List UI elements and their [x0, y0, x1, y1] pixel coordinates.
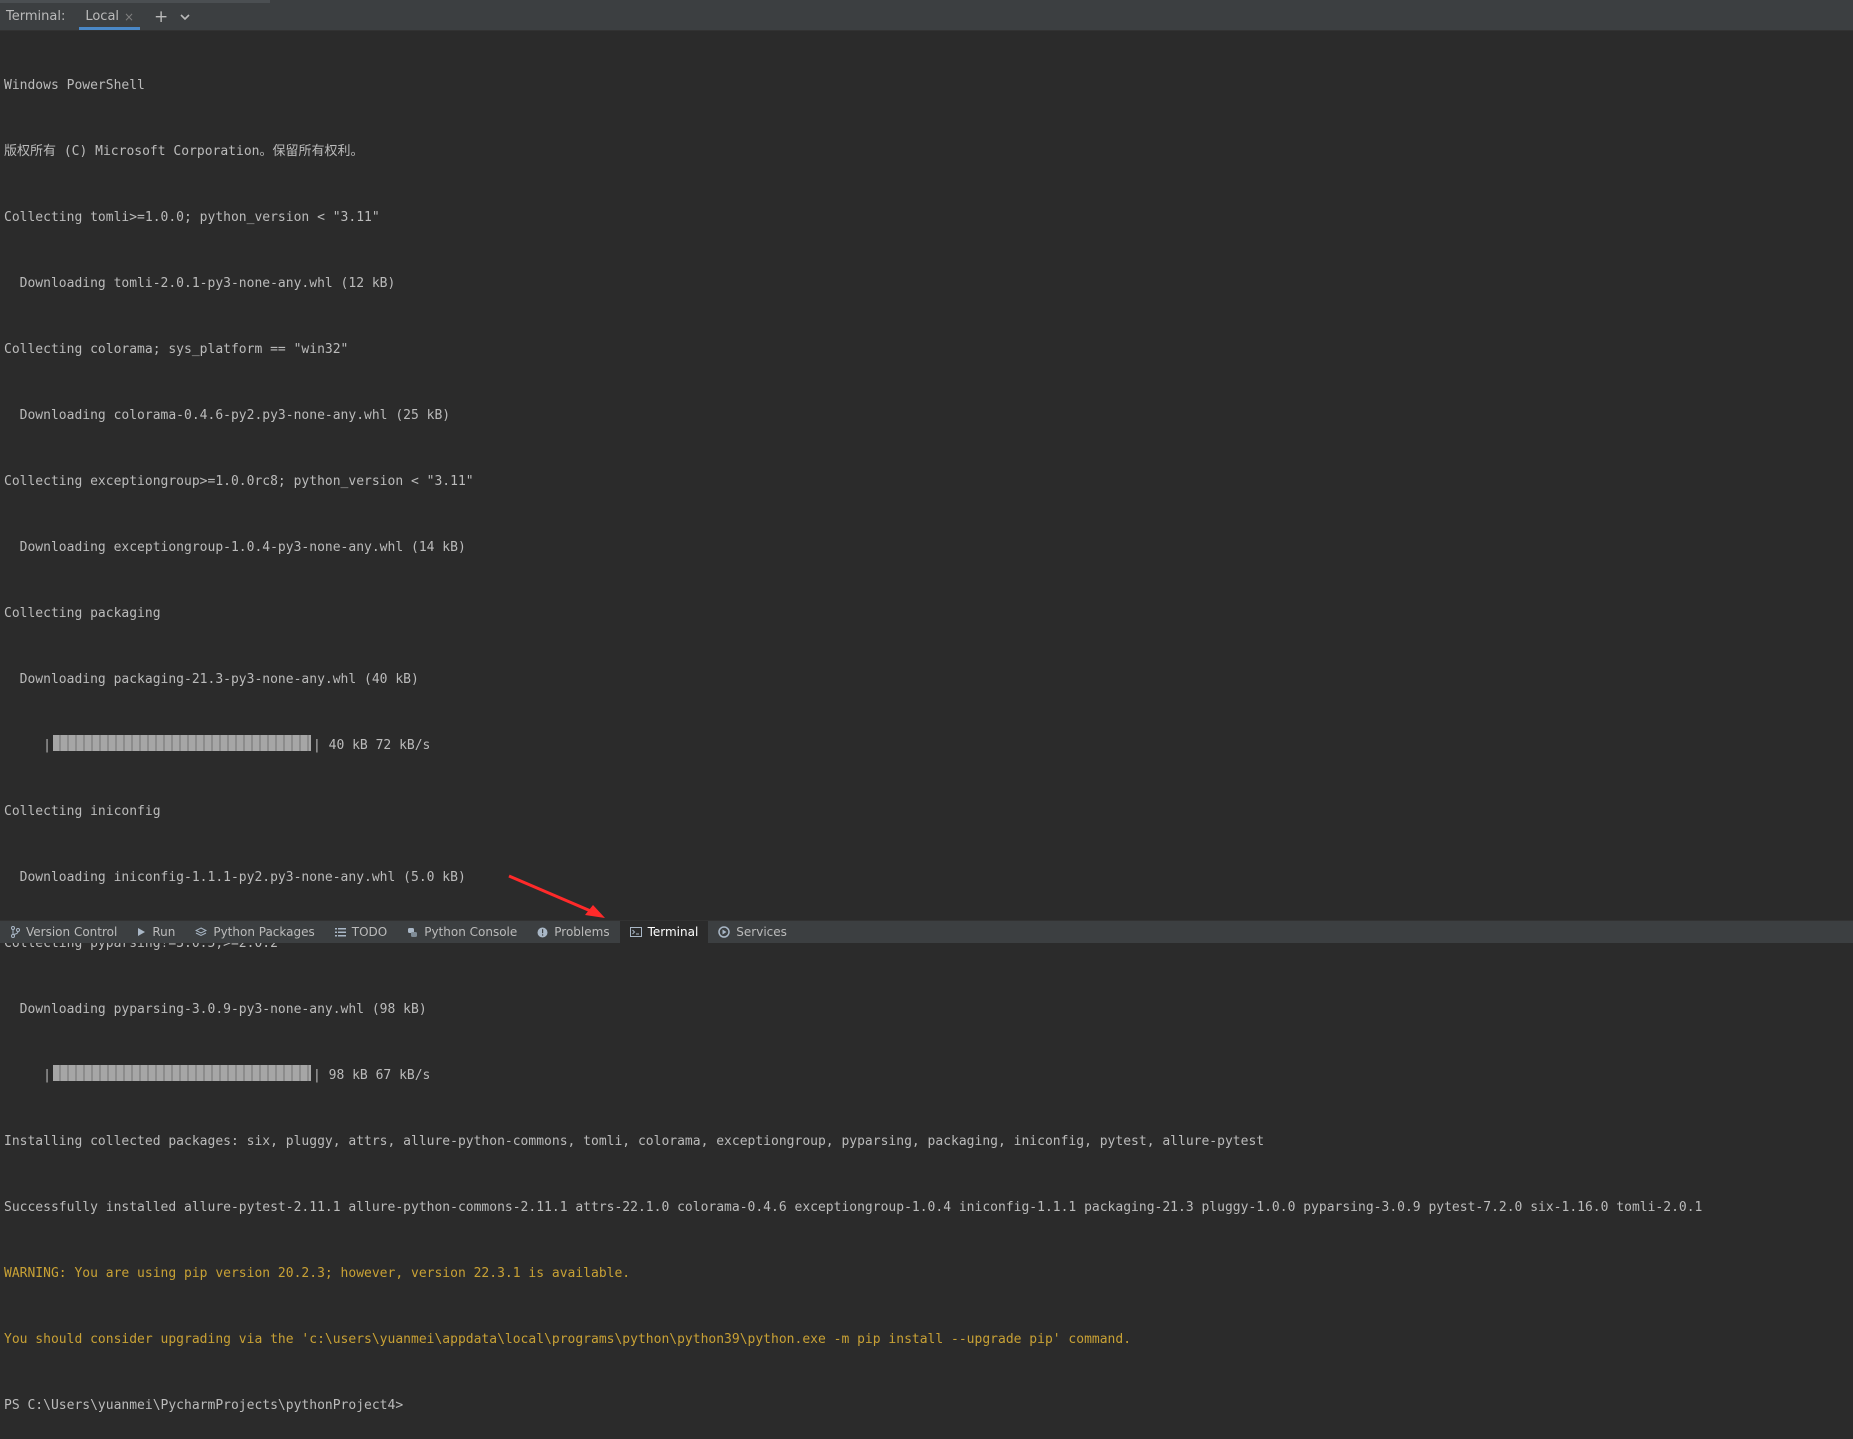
tab-local[interactable]: Local × — [75, 3, 142, 30]
tool-todo[interactable]: TODO — [325, 921, 397, 944]
terminal-line: Windows PowerShell — [4, 78, 145, 93]
python-icon — [407, 927, 418, 938]
terminal-line: Collecting iniconfig — [4, 804, 161, 819]
terminal-line: Downloading packaging-21.3-py3-none-any.… — [4, 672, 419, 687]
chevron-down-icon — [180, 13, 190, 20]
terminal-line: Collecting exceptiongroup>=1.0.0rc8; pyt… — [4, 474, 474, 489]
add-terminal-button[interactable]: + — [150, 6, 172, 28]
terminal-line: Collecting tomli>=1.0.0; python_version … — [4, 210, 380, 225]
terminal-line: Collecting packaging — [4, 606, 161, 621]
tool-label: Python Packages — [213, 925, 315, 939]
list-icon — [334, 927, 346, 937]
tool-version-control[interactable]: Version Control — [0, 921, 127, 944]
terminal-menu-button[interactable] — [174, 6, 196, 28]
progress-text: 40 kB 72 kB/s — [328, 738, 431, 753]
terminal-line: Installing collected packages: six, plug… — [4, 1134, 1265, 1149]
terminal-line: 版权所有 (C) Microsoft Corporation。保留所有权利。 — [4, 144, 364, 159]
close-icon[interactable]: × — [124, 10, 134, 24]
terminal-tab-bar: Terminal: Local × + — [0, 3, 1853, 31]
tool-label: Terminal — [647, 925, 699, 939]
layers-icon — [195, 926, 208, 938]
tab-label: Local — [85, 9, 120, 24]
tool-label: Run — [152, 925, 176, 939]
progress-line: | | 98 kB 67 kB/s — [4, 1065, 1853, 1087]
tool-label: Problems — [554, 925, 610, 939]
terminal-line: Downloading exceptiongroup-1.0.4-py3-non… — [4, 540, 466, 555]
download-progress-bar — [52, 1065, 311, 1081]
plus-icon: + — [153, 6, 169, 27]
branch-icon — [10, 926, 20, 938]
annotation-arrow — [508, 874, 605, 918]
terminal-line: Downloading colorama-0.4.6-py2.py3-none-… — [4, 408, 451, 423]
alert-icon — [537, 927, 548, 938]
terminal-line: Downloading tomli-2.0.1-py3-none-any.whl… — [4, 276, 396, 291]
terminal-line: Downloading iniconfig-1.1.1-py2.py3-none… — [4, 870, 466, 885]
terminal-line: Collecting colorama; sys_platform == "wi… — [4, 342, 349, 357]
tool-label: Services — [736, 925, 787, 939]
tool-window-bar: Version Control Run Python Packages TODO… — [0, 920, 1853, 944]
shell-prompt[interactable]: PS C:\Users\yuanmei\PycharmProjects\pyth… — [4, 1395, 1853, 1417]
terminal-line: Downloading pyparsing-3.0.9-py3-none-any… — [4, 1002, 427, 1017]
tool-label: TODO — [351, 925, 388, 939]
tool-python-packages[interactable]: Python Packages — [185, 921, 324, 944]
tool-terminal[interactable]: Terminal — [619, 920, 709, 944]
tool-python-console[interactable]: Python Console — [397, 921, 527, 944]
tool-label: Version Control — [26, 925, 118, 939]
download-progress-bar — [52, 735, 311, 751]
services-icon — [718, 926, 731, 938]
play-icon — [137, 927, 146, 937]
progress-line: | | 40 kB 72 kB/s — [4, 735, 1853, 757]
tool-problems[interactable]: Problems — [527, 921, 619, 944]
warning-line: You should consider upgrading via the 'c… — [4, 1332, 1132, 1347]
active-tab-underline — [79, 27, 141, 30]
terminal-title: Terminal: — [6, 9, 66, 24]
tool-label: Python Console — [424, 925, 518, 939]
terminal-line: Successfully installed allure-pytest-2.1… — [4, 1200, 1703, 1215]
terminal-icon — [629, 927, 642, 937]
tool-run[interactable]: Run — [127, 921, 185, 944]
warning-line: WARNING: You are using pip version 20.2.… — [4, 1266, 631, 1281]
tool-services[interactable]: Services — [708, 921, 797, 944]
terminal-output[interactable]: Windows PowerShell 版权所有 (C) Microsoft Co… — [0, 31, 1853, 1413]
progress-text: 98 kB 67 kB/s — [328, 1068, 431, 1083]
